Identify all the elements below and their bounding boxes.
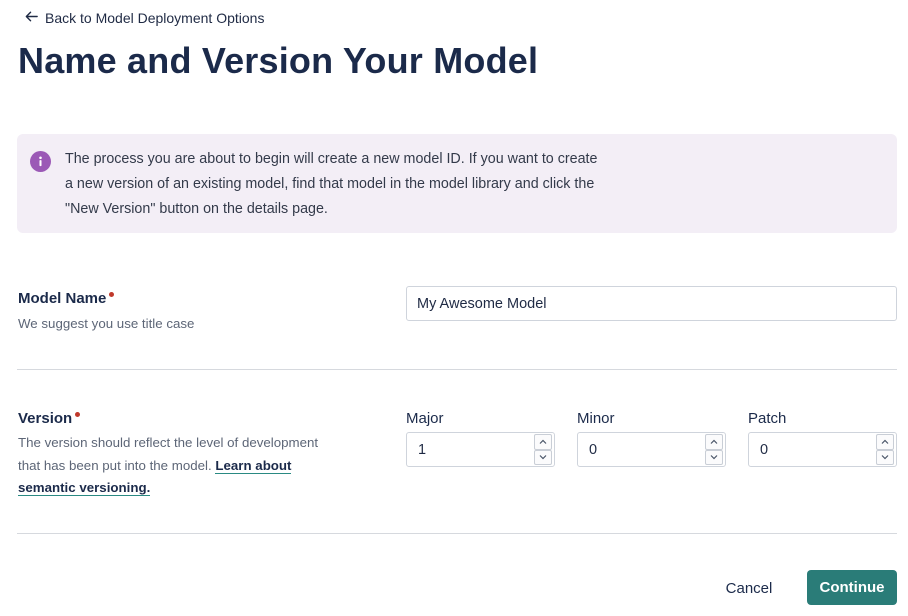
chevron-down-icon: [881, 455, 889, 460]
link-text: Learn about: [215, 457, 292, 473]
decrement-button[interactable]: [534, 449, 552, 465]
model-name-label-text: Model Name: [18, 290, 107, 307]
continue-button[interactable]: Continue: [807, 570, 897, 605]
back-link[interactable]: Back to Model Deployment Options: [24, 9, 264, 27]
patch-value: 0: [760, 442, 769, 458]
info-text-line: a new version of an existing model, find…: [65, 176, 595, 192]
chevron-up-icon: [881, 439, 889, 444]
version-label-text: Version: [18, 410, 73, 427]
info-text-line: The process you are about to begin will …: [65, 151, 598, 167]
info-icon: [30, 151, 51, 172]
chevron-down-icon: [710, 455, 718, 460]
version-label: Version: [18, 410, 81, 427]
model-name-help: We suggest you use title case: [18, 316, 195, 331]
page-title: Name and Version Your Model: [18, 40, 539, 81]
semantic-versioning-link-cont[interactable]: semantic versioning.: [18, 480, 151, 496]
major-value: 1: [418, 442, 427, 458]
chevron-up-icon: [710, 439, 718, 444]
stepper-arrows: [705, 434, 723, 465]
section-divider: [17, 533, 897, 534]
patch-stepper[interactable]: 0: [748, 432, 897, 467]
arrow-left-icon: [24, 9, 39, 27]
decrement-button[interactable]: [876, 449, 894, 465]
model-name-input[interactable]: [406, 286, 897, 321]
minor-value: 0: [589, 442, 598, 458]
chevron-down-icon: [539, 455, 547, 460]
info-banner: The process you are about to begin will …: [17, 134, 897, 233]
minor-field: Minor 0: [577, 410, 726, 467]
required-indicator: [109, 292, 115, 297]
cancel-button[interactable]: Cancel: [714, 572, 784, 604]
version-help-line: that has been put into the model. Learn …: [18, 455, 358, 478]
version-help: The version should reflect the level of …: [18, 432, 358, 500]
increment-button[interactable]: [876, 434, 894, 450]
required-indicator: [75, 412, 81, 417]
stepper-arrows: [876, 434, 894, 465]
patch-label: Patch: [748, 410, 787, 427]
version-help-line: semantic versioning.: [18, 477, 358, 500]
major-stepper[interactable]: 1: [406, 432, 555, 467]
section-divider: [17, 369, 897, 370]
info-text: The process you are about to begin will …: [65, 147, 665, 222]
decrement-button[interactable]: [705, 449, 723, 465]
patch-field: Patch 0: [748, 410, 897, 467]
chevron-up-icon: [539, 439, 547, 444]
semantic-versioning-link[interactable]: Learn about: [215, 457, 292, 474]
back-link-label: Back to Model Deployment Options: [45, 10, 265, 26]
stepper-arrows: [534, 434, 552, 465]
version-help-line: The version should reflect the level of …: [18, 435, 319, 450]
version-help-text: that has been put into the model.: [18, 457, 216, 473]
model-name-label: Model Name: [18, 290, 115, 307]
increment-button[interactable]: [705, 434, 723, 450]
minor-label: Minor: [577, 410, 615, 427]
link-punct: .: [146, 480, 151, 495]
link-text: semantic versioning: [18, 480, 147, 495]
minor-stepper[interactable]: 0: [577, 432, 726, 467]
info-text-line: "New Version" button on the details page…: [65, 201, 328, 217]
major-field: Major 1: [406, 410, 555, 467]
major-label: Major: [406, 410, 444, 427]
increment-button[interactable]: [534, 434, 552, 450]
